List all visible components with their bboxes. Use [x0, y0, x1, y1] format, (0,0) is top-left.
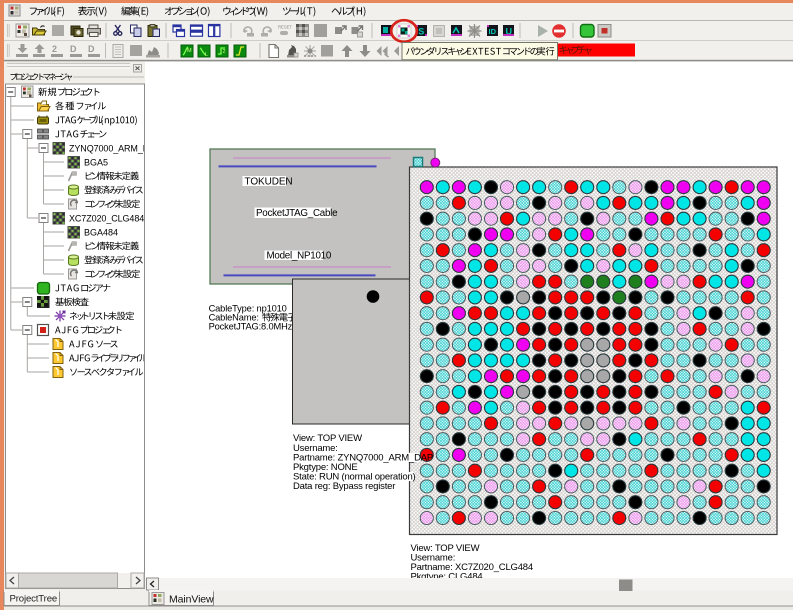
svg-text:PocketJTAG:8.0MHz,: PocketJTAG:8.0MHz, [209, 322, 295, 332]
svg-text:RESET: RESET [278, 25, 292, 30]
svg-text:MainView: MainView [169, 593, 214, 605]
svg-text:D: D [88, 44, 95, 54]
svg-text:BGA5: BGA5 [84, 157, 108, 167]
svg-text:TOKUDEN: TOKUDEN [245, 176, 293, 187]
svg-text:PocketJTAG_Cable: PocketJTAG_Cable [256, 208, 338, 219]
svg-text:M: M [187, 48, 192, 54]
svg-text:Data reg: Bypass register: Data reg: Bypass register [293, 481, 395, 492]
svg-text:ID: ID [489, 27, 497, 36]
svg-text:2: 2 [52, 44, 57, 54]
svg-text:D: D [70, 44, 77, 54]
svg-text:L: L [205, 52, 208, 58]
svg-text:S: S [418, 27, 424, 37]
svg-text:ProjectTree: ProjectTree [10, 594, 58, 605]
svg-text:BGA484: BGA484 [84, 227, 118, 237]
svg-text:Model_NP1010: Model_NP1010 [267, 250, 332, 261]
svg-text:2: 2 [223, 49, 226, 55]
svg-text:XC7Z020_CLG484: XC7Z020_CLG484 [69, 213, 144, 223]
